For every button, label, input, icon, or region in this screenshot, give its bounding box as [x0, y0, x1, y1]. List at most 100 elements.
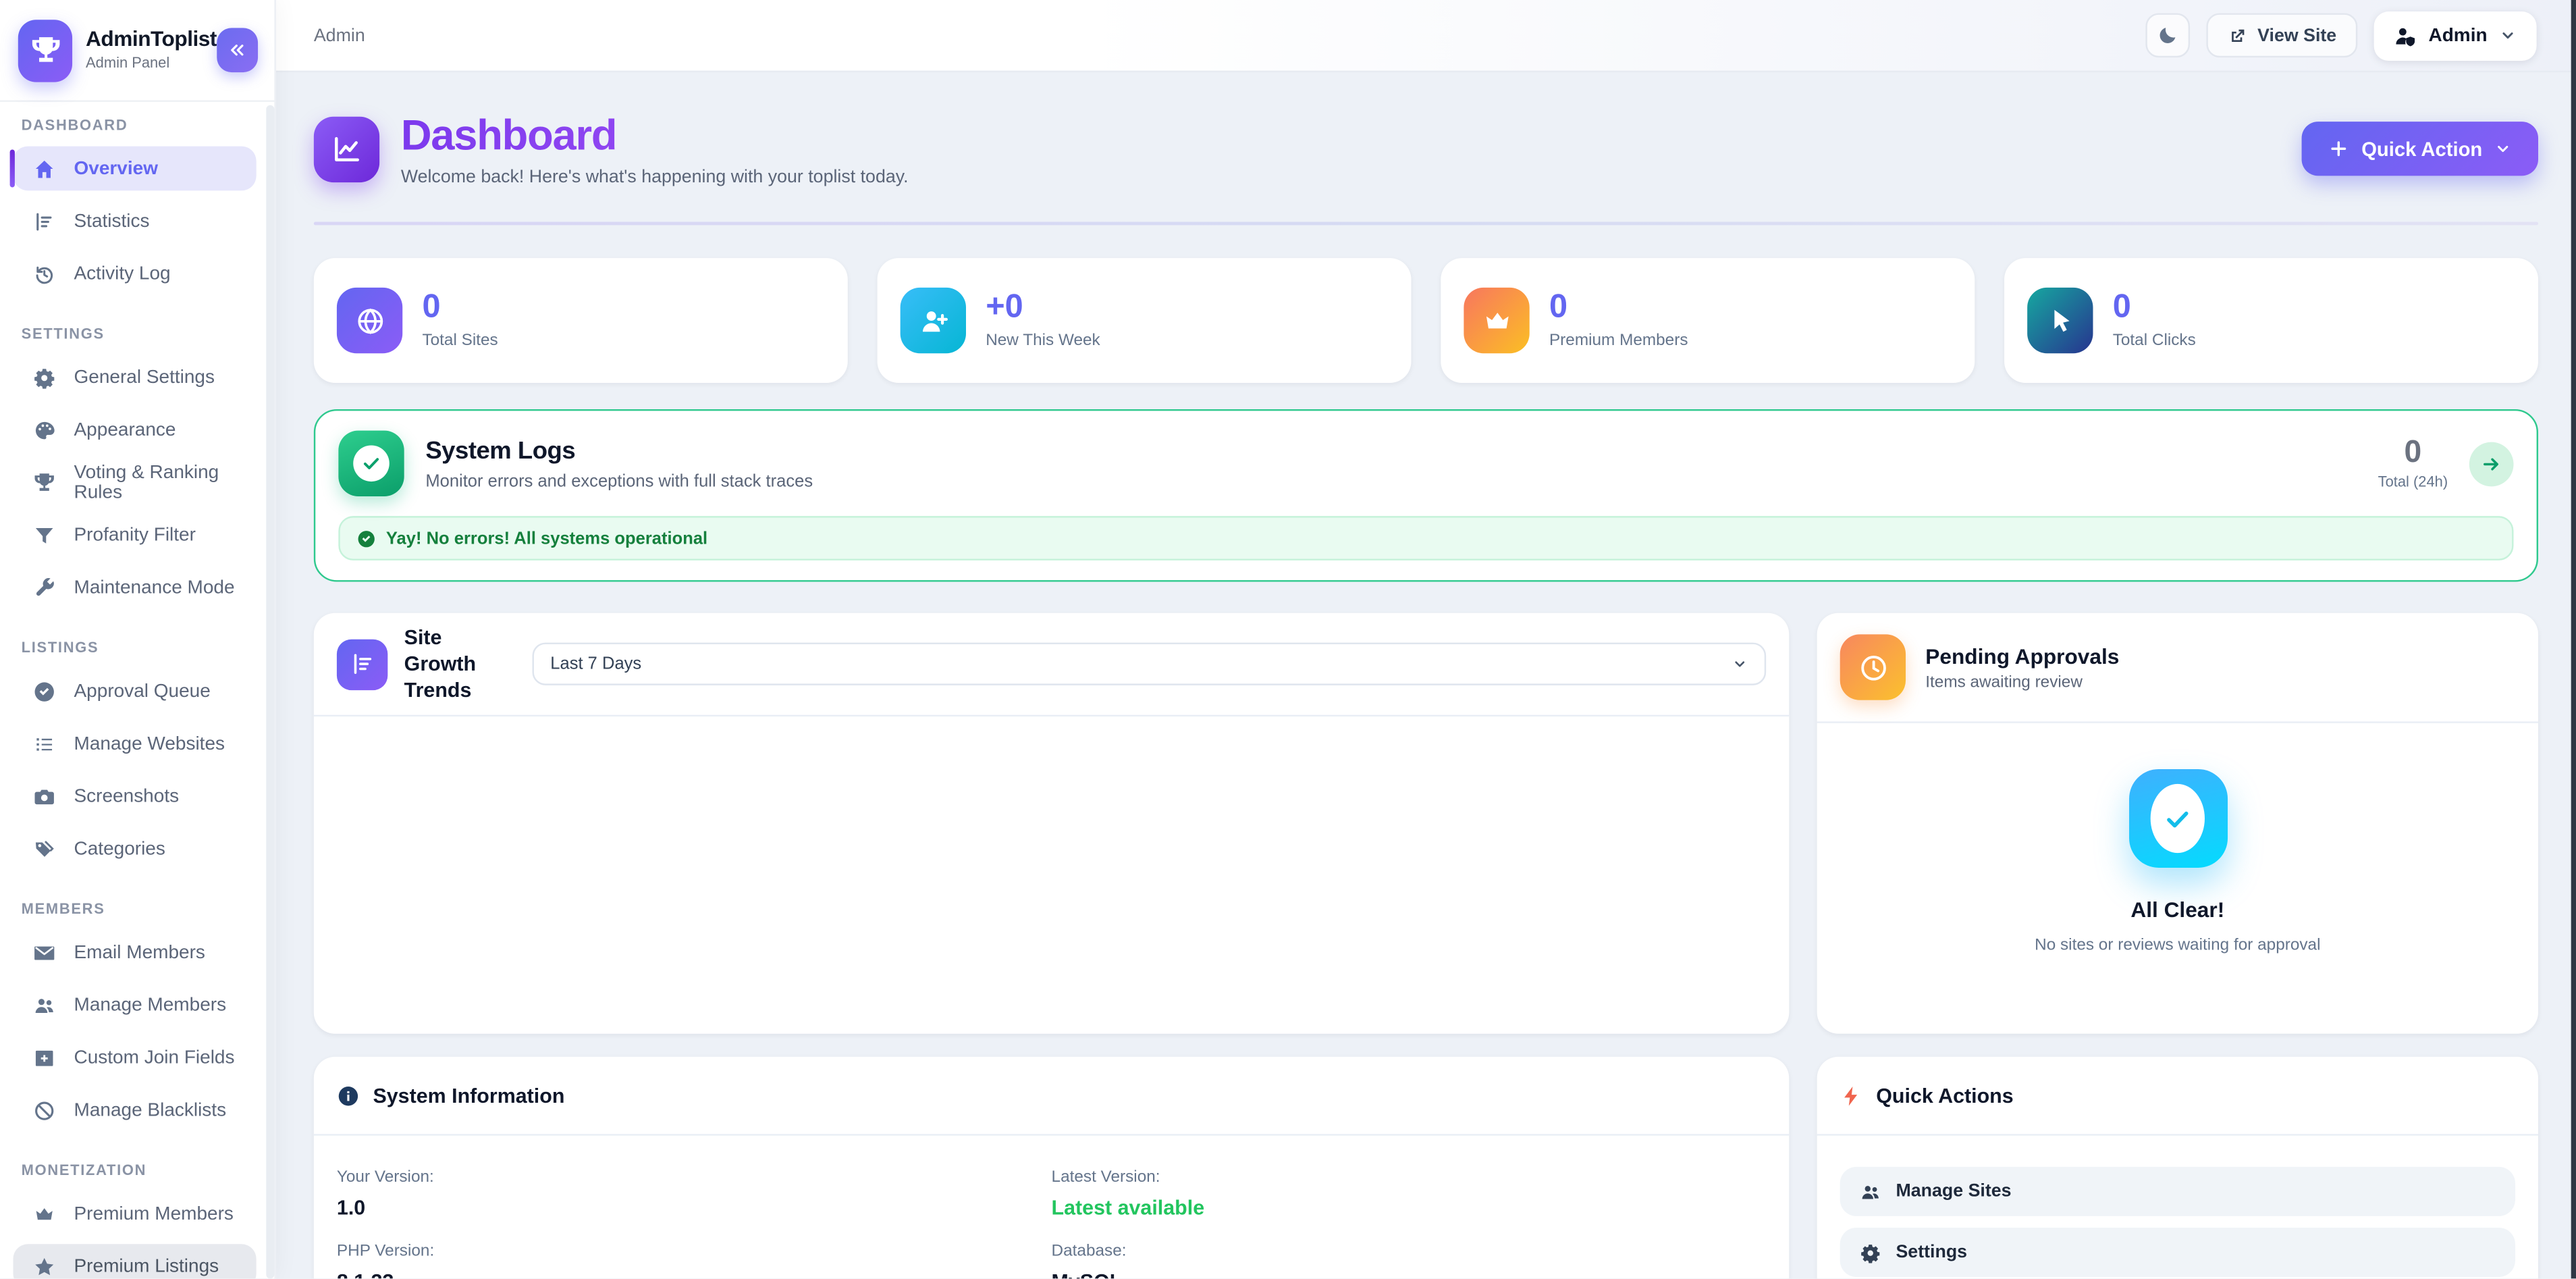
- sidebar-item-manage-blacklists[interactable]: Manage Blacklists: [13, 1088, 256, 1132]
- sidebar-item-approval-queue[interactable]: Approval Queue: [13, 669, 256, 714]
- home-icon: [33, 157, 56, 180]
- dark-mode-toggle[interactable]: [2146, 13, 2191, 57]
- site-growth-card: Site Growth Trends Last 7 Days: [314, 613, 1789, 1034]
- system-info-field: Latest Version:Latest available: [1052, 1168, 1767, 1219]
- sidebar-item-label: Email Members: [74, 943, 205, 962]
- sidebar-item-label: Appearance: [74, 420, 176, 440]
- sidebar-item-appearance[interactable]: Appearance: [13, 408, 256, 452]
- sidebar-item-manage-members[interactable]: Manage Members: [13, 983, 256, 1027]
- sidebar-item-overview[interactable]: Overview: [13, 147, 256, 191]
- quick-actions-body: Manage Sites Settings: [1817, 1136, 2538, 1279]
- sidebar-item-label: Manage Members: [74, 995, 227, 1015]
- trophy-icon: [33, 471, 56, 494]
- stat-card-premium-members: 0 Premium Members: [1441, 258, 1975, 383]
- sidebar-collapse-button[interactable]: [217, 28, 258, 72]
- sidebar: AdminToplist Admin Panel DASHBOARDOvervi…: [0, 0, 276, 1278]
- sidebar-scrollbar[interactable]: [266, 105, 274, 1279]
- system-info-body: Your Version:1.0Latest Version:Latest av…: [314, 1136, 1789, 1279]
- palette-icon: [33, 418, 56, 441]
- page-subtitle: Welcome back! Here's what's happening wi…: [401, 167, 909, 187]
- list-icon: [33, 732, 56, 755]
- sidebar-section-label: SETTINGS: [22, 325, 267, 342]
- check-icon: [2164, 804, 2191, 832]
- stat-icon-tile: [2027, 288, 2093, 353]
- check-icon: [361, 454, 381, 473]
- sidebar-nav: DASHBOARDOverviewStatisticsActivity LogS…: [0, 102, 266, 1279]
- stat-label: Premium Members: [1549, 332, 1688, 350]
- time-range-select[interactable]: Last 7 Days: [533, 643, 1767, 685]
- view-site-button[interactable]: View Site: [2207, 13, 2358, 57]
- stat-icon-tile: [901, 288, 966, 353]
- page-scrollbar[interactable]: [2571, 0, 2576, 1278]
- tags-icon: [33, 837, 56, 860]
- system-logs-subtitle: Monitor errors and exceptions with full …: [425, 471, 813, 490]
- sidebar-item-manage-websites[interactable]: Manage Websites: [13, 721, 256, 766]
- chart-line-icon: [330, 132, 363, 165]
- page-header: Dashboard Welcome back! Here's what's ha…: [314, 110, 2538, 187]
- sidebar-item-statistics[interactable]: Statistics: [13, 199, 256, 243]
- users-icon: [33, 993, 56, 1016]
- sidebar-item-premium-members[interactable]: Premium Members: [13, 1191, 256, 1236]
- sidebar-item-label: Categories: [74, 839, 165, 858]
- sidebar-item-label: Statistics: [74, 211, 150, 231]
- stat-value: 0: [2113, 291, 2196, 324]
- funnel-icon: [33, 523, 56, 546]
- camera-icon: [33, 785, 56, 808]
- sidebar-item-activity-log[interactable]: Activity Log: [13, 251, 256, 296]
- sidebar-item-custom-join-fields[interactable]: Custom Join Fields: [13, 1035, 256, 1080]
- chevron-down-icon: [1732, 656, 1748, 672]
- logs-status-message: Yay! No errors! All systems operational: [386, 528, 707, 548]
- sidebar-item-label: General Settings: [74, 367, 215, 387]
- stat-label: New This Week: [986, 332, 1100, 350]
- lightning-icon: [1840, 1084, 1863, 1107]
- main-content: Dashboard Welcome back! Here's what's ha…: [276, 72, 2576, 1278]
- stat-icon-tile: [1464, 288, 1529, 353]
- sidebar-item-screenshots[interactable]: Screenshots: [13, 774, 256, 818]
- breadcrumb: Admin: [314, 26, 365, 45]
- sidebar-item-profanity-filter[interactable]: Profanity Filter: [13, 513, 256, 557]
- header-divider: [314, 222, 2538, 226]
- app-title: AdminToplist: [86, 28, 217, 51]
- field-value: 8.1.33: [337, 1270, 1052, 1278]
- sidebar-section-label: LISTINGS: [22, 640, 267, 656]
- quick-action-item-manage-sites[interactable]: Manage Sites: [1840, 1167, 2515, 1216]
- sidebar-item-premium-listings[interactable]: Premium Listings: [13, 1244, 256, 1278]
- sidebar-item-label: Premium Members: [74, 1204, 234, 1224]
- sidebar-item-label: Custom Join Fields: [74, 1047, 235, 1067]
- field-label: Database:: [1052, 1243, 1767, 1261]
- sidebar-item-categories[interactable]: Categories: [13, 827, 256, 871]
- sidebar-item-voting-ranking-rules[interactable]: Voting & Ranking Rules: [13, 460, 256, 504]
- pending-approvals-card: Pending Approvals Items awaiting review …: [1817, 613, 2538, 1034]
- system-logs-card: System Logs Monitor errors and exception…: [314, 409, 2538, 582]
- sidebar-item-email-members[interactable]: Email Members: [13, 930, 256, 974]
- quick-action-item-label: Manage Sites: [1896, 1182, 2011, 1201]
- sidebar-item-label: Activity Log: [74, 264, 171, 284]
- sidebar-item-label: Overview: [74, 159, 158, 178]
- sidebar-item-label: Voting & Ranking Rules: [74, 463, 257, 502]
- field-label: PHP Version:: [337, 1243, 1052, 1261]
- check-circle-icon: [356, 528, 376, 548]
- cursor-icon: [2045, 305, 2076, 336]
- quick-actions-title: Quick Actions: [1876, 1084, 2013, 1107]
- admin-user-menu[interactable]: Admin: [2374, 11, 2536, 60]
- stat-value: 0: [422, 291, 498, 324]
- growth-icon-tile: [337, 638, 387, 689]
- sidebar-item-general-settings[interactable]: General Settings: [13, 355, 256, 400]
- sidebar-item-label: Screenshots: [74, 787, 180, 806]
- user-shield-icon: [2394, 24, 2417, 47]
- info-icon: [337, 1084, 360, 1107]
- external-link-icon: [2228, 26, 2247, 45]
- system-info-field: Your Version:1.0: [337, 1168, 1052, 1219]
- logs-status-banner: Yay! No errors! All systems operational: [338, 516, 2513, 560]
- open-logs-button[interactable]: [2469, 441, 2514, 486]
- crown-icon: [1481, 305, 1512, 336]
- history-icon: [33, 262, 56, 285]
- quick-action-label: Quick Action: [2361, 137, 2482, 160]
- quick-action-item-settings[interactable]: Settings: [1840, 1228, 2515, 1277]
- sidebar-item-maintenance-mode[interactable]: Maintenance Mode: [13, 565, 256, 610]
- quick-action-button[interactable]: Quick Action: [2303, 122, 2538, 176]
- sidebar-item-label: Premium Listings: [74, 1257, 219, 1276]
- stat-value: 0: [1549, 291, 1688, 324]
- plus-square-icon: [33, 1046, 56, 1069]
- field-value: 1.0: [337, 1197, 1052, 1220]
